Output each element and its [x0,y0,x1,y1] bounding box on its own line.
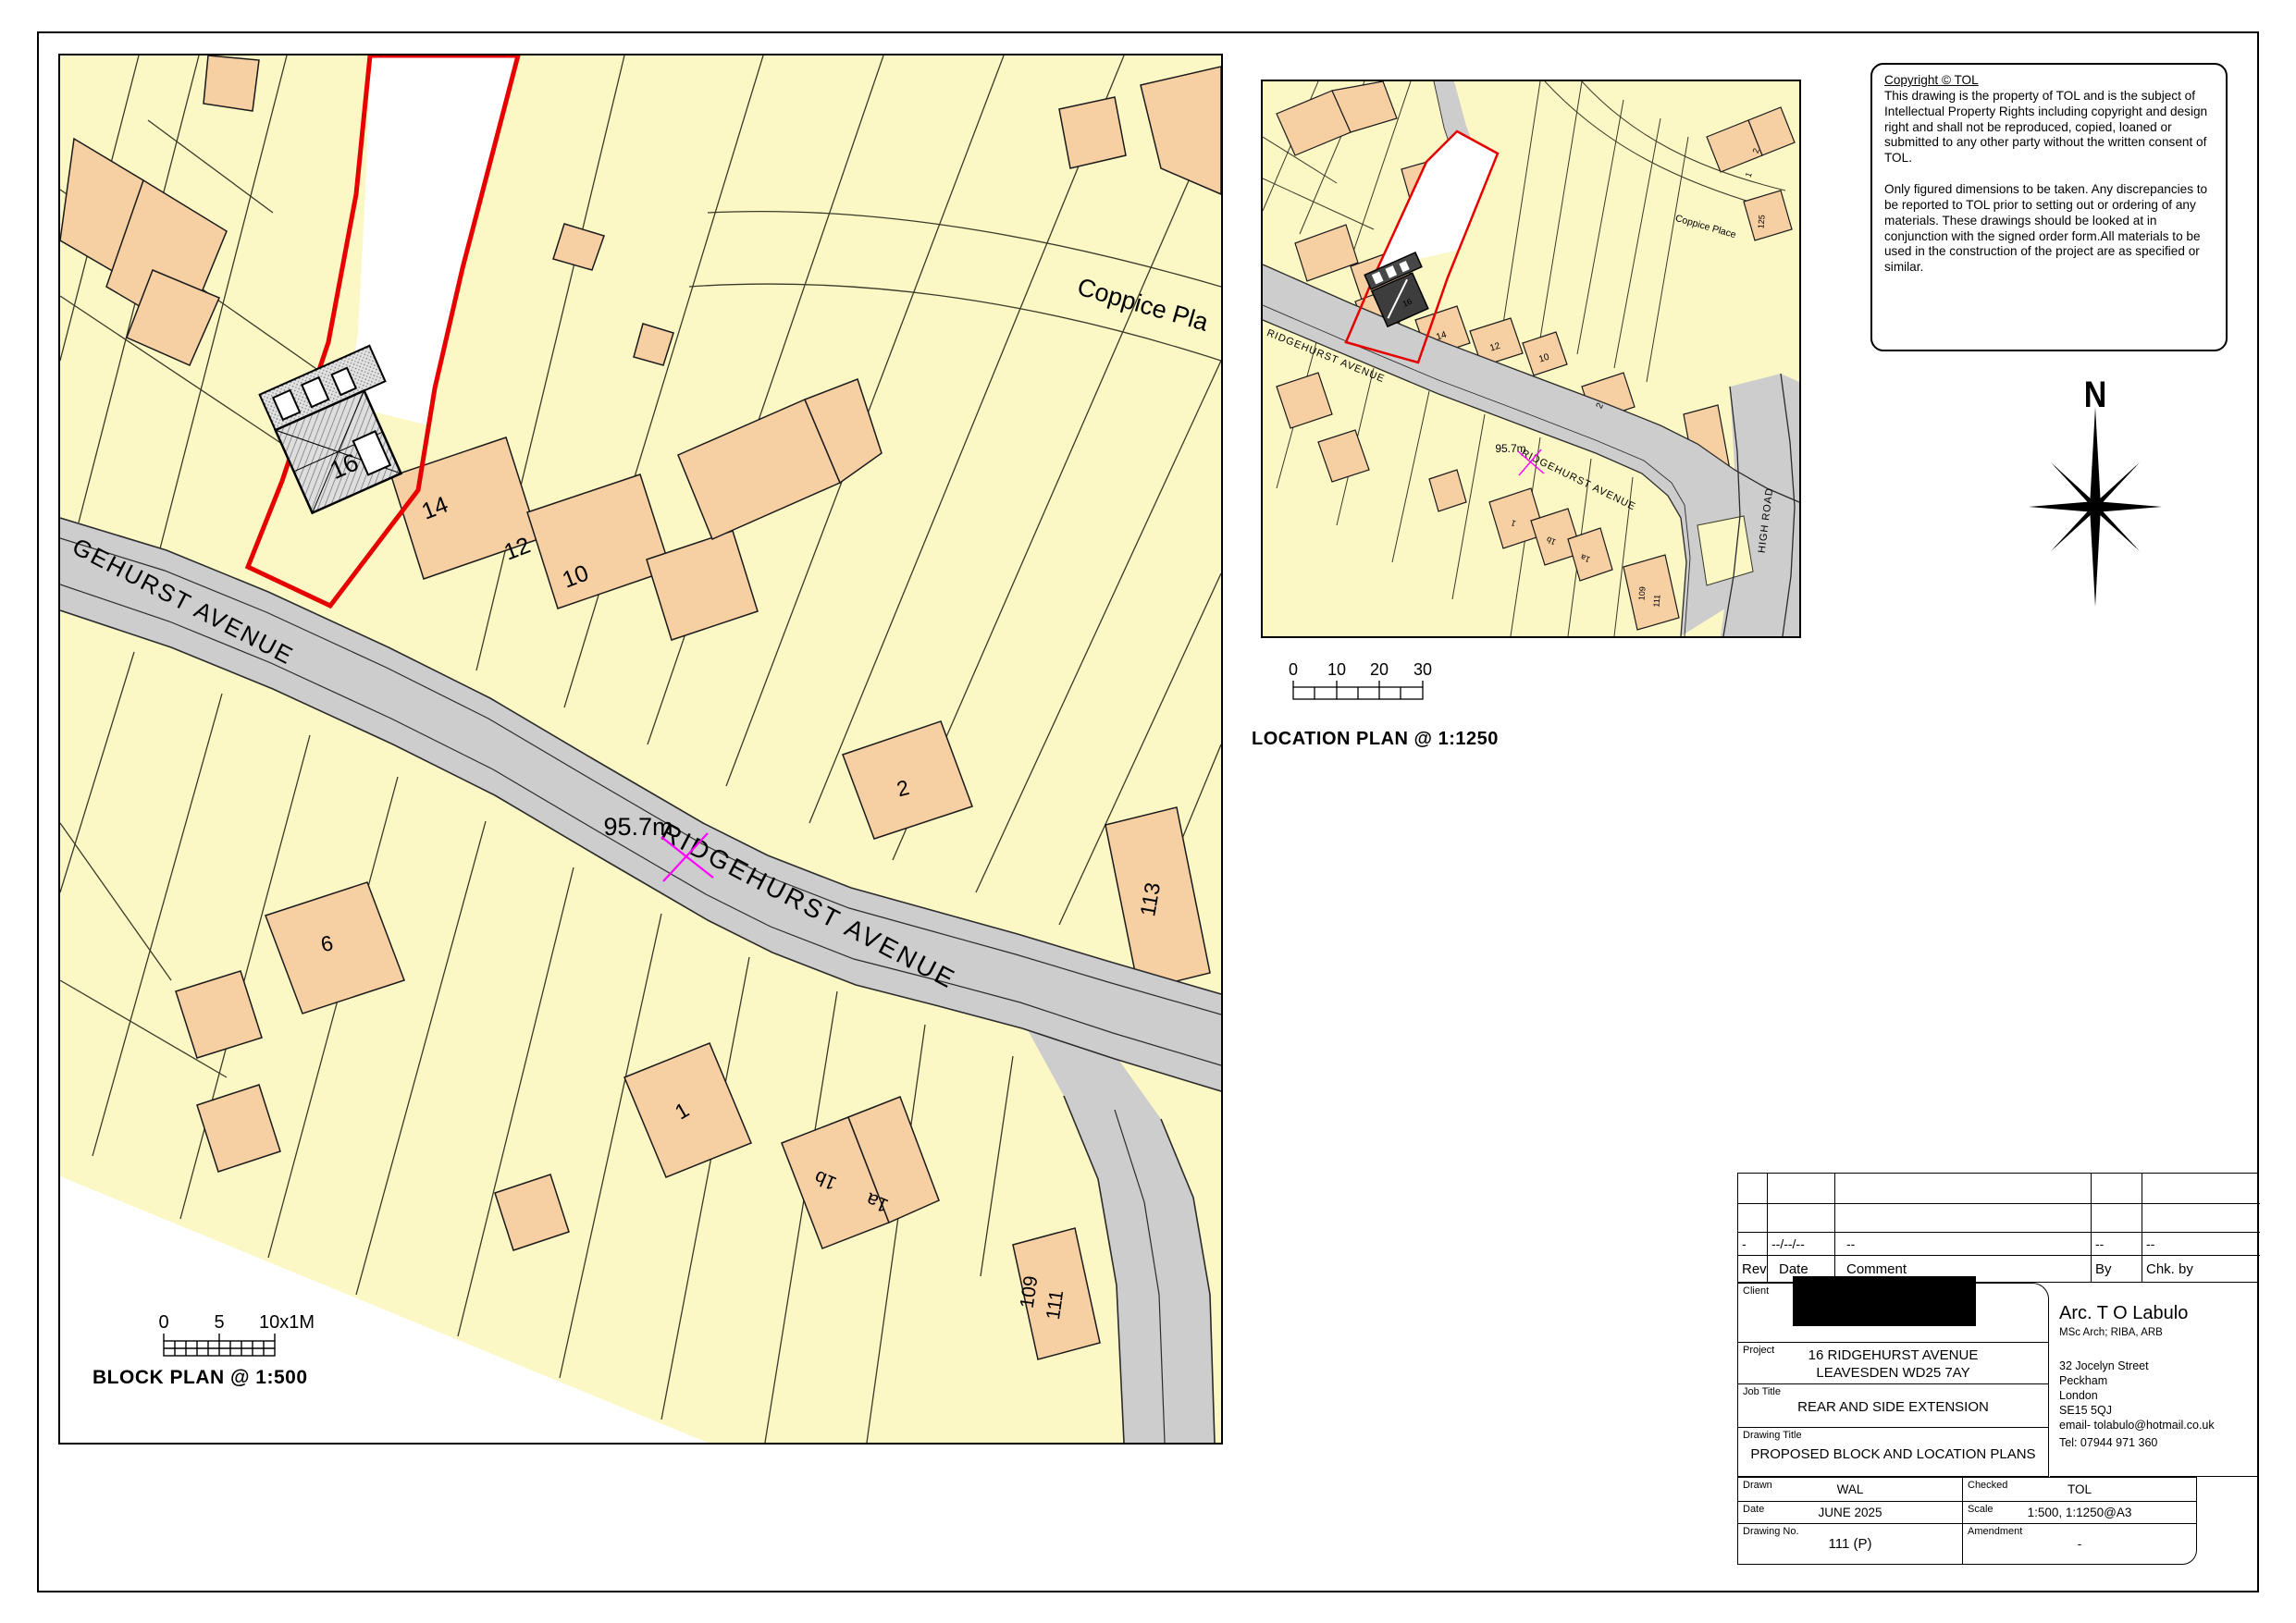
architect-tel: Tel: 07944 971 360 [2059,1436,2259,1449]
drawn-cell: Drawn WAL [1738,1478,1963,1502]
rev-header-by: By [2092,1256,2142,1282]
copyright-para-1: This drawing is the property of TOL and … [1884,89,2214,166]
rev-header-chkby: Chk. by [2142,1256,2260,1282]
rev-header-rev: Rev [1738,1256,1768,1282]
map-land [60,55,1221,1443]
drawing-no-value: 111 (P) [1738,1524,1962,1564]
architect-address: 32 Jocelyn Street Peckham London SE15 5Q… [2059,1359,2259,1418]
scalebar-tick-5: 5 [214,1313,224,1333]
loc-scalebar-20: 20 [1370,661,1389,679]
copyright-note: Copyright © TOL This drawing is the prop… [1870,63,2228,351]
drawing-title-value: PROPOSED BLOCK AND LOCATION PLANS [1738,1446,2048,1462]
rev-entry-rev: - [1738,1233,1768,1256]
date-cell: Date JUNE 2025 [1738,1502,1963,1524]
architect-panel: Arc. T O Labulo MSc Arch; RIBA, ARB 32 J… [2050,1283,2259,1477]
scale-value: 1:500, 1:1250@A3 [1963,1502,2196,1523]
rev-entry-date: --/--/-- [1768,1233,1835,1256]
client-label: Client [1743,1285,1769,1297]
location-plan-scalebar: 0 10 20 30 [1277,661,1452,707]
title-block-bottom-table: Drawn WAL Checked TOL Date JUNE 2025 Sca… [1737,1477,2197,1565]
drawing-sheet: 16 GEHURST AVENUE 95.7m RIDGEHURST AVENU… [0,0,2296,1623]
scalebar-tick-10: 10x1M [259,1313,315,1333]
project-value-line1: 16 RIDGEHURST AVENUE [1738,1347,2048,1363]
block-plan-scalebar: 0 5 10x1M [148,1313,342,1364]
architect-qualifications: MSc Arch; RIBA, ARB [2059,1327,2259,1338]
loc-house-111: 111 [1651,594,1661,608]
job-title-label: Job Title [1743,1386,1781,1397]
block-plan-title: BLOCK PLAN @ 1:500 [93,1367,308,1389]
project-row: Project 16 RIDGEHURST AVENUE LEAVESDEN W… [1738,1343,2048,1384]
north-compass: N [2021,368,2169,627]
revision-table: - --/--/-- -- -- -- Rev Date Comment By … [1737,1173,2259,1283]
house-111-label: 111 [1043,1289,1068,1322]
rev-entry-chk: -- [2142,1233,2260,1256]
client-redaction-box [1793,1276,1976,1326]
drawing-title-row: Drawing Title PROPOSED BLOCK AND LOCATIO… [1738,1428,2048,1474]
drawing-no-cell: Drawing No. 111 (P) [1738,1524,1963,1564]
architect-name: Arc. T O Labulo [2059,1303,2259,1324]
loc-scalebar-10: 10 [1327,661,1346,679]
location-plan-title: LOCATION PLAN @ 1:1250 [1252,729,1499,750]
architect-email: email- tolabulo@hotmail.co.uk [2059,1419,2259,1432]
loc-house-109: 109 [1636,586,1647,601]
job-title-value: REAR AND SIDE EXTENSION [1738,1399,2048,1415]
location-plan-map: 16 RIDGEHURST AVENUE 95.7m RIDGEHURST AV… [1261,80,1801,638]
copyright-para-2: Only figured dimensions to be taken. Any… [1884,182,2214,276]
checked-cell: Checked TOL [1963,1478,2196,1502]
copyright-heading: Copyright © TOL [1884,73,2214,89]
scale-cell: Scale 1:500, 1:1250@A3 [1963,1502,2196,1524]
drawing-title-label: Drawing Title [1743,1430,1802,1441]
date-value: JUNE 2025 [1738,1502,1962,1523]
loc-house-125: 125 [1756,215,1766,229]
house-109-label: 109 [1017,1274,1043,1309]
loc-scalebar-0: 0 [1289,661,1298,679]
checked-value: TOL [1963,1478,2196,1501]
rev-entry-comment: -- [1835,1233,2092,1256]
drawn-value: WAL [1738,1478,1962,1501]
job-title-row: Job Title REAR AND SIDE EXTENSION [1738,1384,2048,1428]
amendment-value: - [1963,1524,2196,1564]
scalebar-tick-0: 0 [158,1313,168,1333]
amendment-cell: Amendment - [1963,1524,2196,1564]
block-plan-map: 16 GEHURST AVENUE 95.7m RIDGEHURST AVENU… [58,54,1223,1445]
rev-entry-by: -- [2092,1233,2142,1256]
project-value-line2: LEAVESDEN WD25 7AY [1738,1365,2048,1381]
loc-scalebar-30: 30 [1413,661,1432,679]
